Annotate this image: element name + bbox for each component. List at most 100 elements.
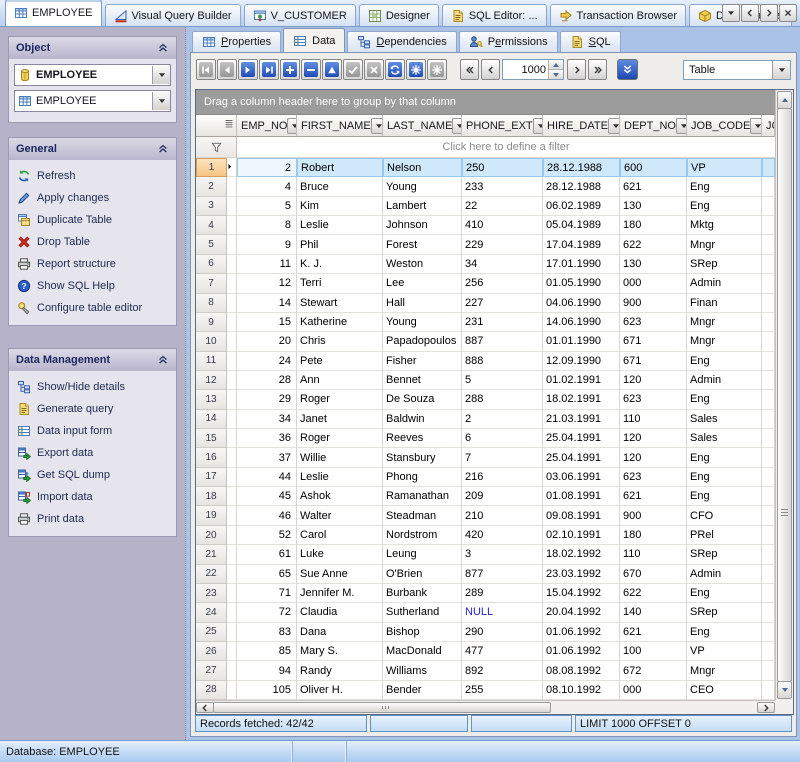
scroll-right-button[interactable] xyxy=(757,702,775,713)
cell[interactable]: Lambert xyxy=(383,197,462,216)
cell[interactable]: Finan xyxy=(687,294,762,313)
cell[interactable]: 887 xyxy=(462,332,543,351)
cell[interactable]: Sutherland xyxy=(383,603,462,622)
cell[interactable]: 29 xyxy=(237,390,297,409)
cell[interactable]: VP xyxy=(687,158,762,177)
tab-close-button[interactable] xyxy=(779,4,797,22)
sidebar-item-get-sql-dump[interactable]: Get SQL dump xyxy=(14,464,171,486)
cell[interactable]: 5 xyxy=(237,197,297,216)
column-header-hire-date[interactable]: HIRE_DATE xyxy=(543,115,620,137)
tab-sql[interactable]: SQL xyxy=(560,31,621,52)
cell[interactable]: Claudia xyxy=(297,603,383,622)
sidebar-item-show-sql-help[interactable]: ?Show SQL Help xyxy=(14,275,171,297)
cell[interactable]: Oliver H. xyxy=(297,681,383,700)
table-row[interactable]: 12RobertNelson25028.12.1988600VP xyxy=(196,158,775,177)
cell[interactable]: 410 xyxy=(462,216,543,235)
cell[interactable]: Hall xyxy=(383,294,462,313)
column-filter-button[interactable] xyxy=(533,118,543,134)
group-by-box[interactable]: Drag a column header here to group by th… xyxy=(196,90,775,115)
cell[interactable]: 3 xyxy=(462,545,543,564)
page-size-input[interactable]: 1000 xyxy=(502,59,564,80)
cell[interactable]: Papadopoulos xyxy=(383,332,462,351)
cell[interactable]: 622 xyxy=(620,235,687,254)
cell[interactable]: 12 xyxy=(237,274,297,293)
horizontal-scroll-thumb[interactable] xyxy=(213,702,551,713)
column-header-job-code[interactable]: JOB_CODE xyxy=(687,115,762,137)
cell[interactable]: 71 xyxy=(237,584,297,603)
cell[interactable]: Lee xyxy=(383,274,462,293)
cell[interactable]: 65 xyxy=(237,565,297,584)
cell[interactable]: Bruce xyxy=(297,177,383,196)
row-number-cell[interactable]: 7 xyxy=(196,274,227,293)
cell[interactable]: Mngr xyxy=(687,235,762,254)
cell[interactable]: 180 xyxy=(620,526,687,545)
cell[interactable]: 01.08.1991 xyxy=(543,487,620,506)
cell[interactable]: 15.04.1992 xyxy=(543,584,620,603)
row-number-cell[interactable]: 18 xyxy=(196,487,227,506)
cell[interactable]: Luke xyxy=(297,545,383,564)
cell[interactable]: 420 xyxy=(462,526,543,545)
row-number-cell[interactable]: 9 xyxy=(196,313,227,332)
next-page-button[interactable] xyxy=(567,59,586,80)
cell[interactable]: 01.02.1991 xyxy=(543,371,620,390)
insert-record-button[interactable] xyxy=(280,59,300,80)
cell[interactable]: 94 xyxy=(237,661,297,680)
row-number-cell[interactable]: 26 xyxy=(196,642,227,661)
cell[interactable]: PRel xyxy=(687,526,762,545)
spin-up-button[interactable] xyxy=(549,60,563,69)
cell[interactable]: Mngr xyxy=(687,332,762,351)
cell[interactable]: Sales xyxy=(687,429,762,448)
row-number-cell[interactable]: 27 xyxy=(196,661,227,680)
cell[interactable]: Admin xyxy=(687,274,762,293)
cell[interactable]: Forest xyxy=(383,235,462,254)
cell[interactable]: Leslie xyxy=(297,468,383,487)
cell[interactable]: Ashok xyxy=(297,487,383,506)
cell[interactable]: 04.06.1990 xyxy=(543,294,620,313)
cell[interactable]: Bender xyxy=(383,681,462,700)
column-header-emp-no[interactable]: EMP_NO xyxy=(237,115,297,137)
show-filter-panel-button[interactable] xyxy=(617,59,638,80)
panel-header[interactable]: Data Management xyxy=(9,349,176,371)
tab-permissions[interactable]: Permissions xyxy=(459,31,558,52)
cell[interactable]: 34 xyxy=(237,410,297,429)
cell[interactable]: 130 xyxy=(620,197,687,216)
cell[interactable]: 45 xyxy=(237,487,297,506)
cell[interactable]: 15 xyxy=(237,313,297,332)
column-filter-button[interactable] xyxy=(371,118,383,134)
cell[interactable]: 621 xyxy=(620,487,687,506)
row-number-cell[interactable]: 21 xyxy=(196,545,227,564)
column-header-jo[interactable]: JO xyxy=(762,115,775,137)
cell[interactable] xyxy=(762,216,775,235)
cell[interactable] xyxy=(762,429,775,448)
cell[interactable] xyxy=(762,274,775,293)
table-row[interactable]: 24BruceYoung23328.12.1988621Eng xyxy=(196,177,775,196)
column-filter-button[interactable] xyxy=(287,118,297,134)
row-number-cell[interactable]: 17 xyxy=(196,468,227,487)
sidebar-item-export-data[interactable]: Export data xyxy=(14,442,171,464)
cell[interactable]: 671 xyxy=(620,332,687,351)
cell[interactable]: 03.06.1991 xyxy=(543,468,620,487)
row-number-cell[interactable]: 28 xyxy=(196,681,227,700)
cell[interactable] xyxy=(762,235,775,254)
sidebar-item-generate-query[interactable]: Generate query xyxy=(14,398,171,420)
cell[interactable]: 2 xyxy=(462,410,543,429)
cell[interactable]: 20 xyxy=(237,332,297,351)
cell[interactable]: Reeves xyxy=(383,429,462,448)
table-row[interactable]: 814StewartHall22704.06.1990900Finan xyxy=(196,294,775,313)
sidebar-item-data-input-form[interactable]: Data input form xyxy=(14,420,171,442)
first-page-button[interactable] xyxy=(460,59,479,80)
cell[interactable]: NULL xyxy=(462,603,543,622)
table-row[interactable]: 1845AshokRamanathan20901.08.1991621Eng xyxy=(196,487,775,506)
cell[interactable] xyxy=(762,506,775,525)
cell[interactable]: 233 xyxy=(462,177,543,196)
table-row[interactable]: 35KimLambert2206.02.1989130Eng xyxy=(196,197,775,216)
first-record-button[interactable] xyxy=(196,59,216,80)
tab-transaction-browser[interactable]: Transaction Browser xyxy=(550,4,686,26)
row-number-cell[interactable]: 8 xyxy=(196,294,227,313)
row-number-cell[interactable]: 14 xyxy=(196,410,227,429)
row-number-cell[interactable]: 20 xyxy=(196,526,227,545)
cell[interactable]: 255 xyxy=(462,681,543,700)
cell[interactable]: 25.04.1991 xyxy=(543,429,620,448)
row-number-cell[interactable]: 16 xyxy=(196,448,227,467)
table-row[interactable]: 1228AnnBennet501.02.1991120Admin xyxy=(196,371,775,390)
